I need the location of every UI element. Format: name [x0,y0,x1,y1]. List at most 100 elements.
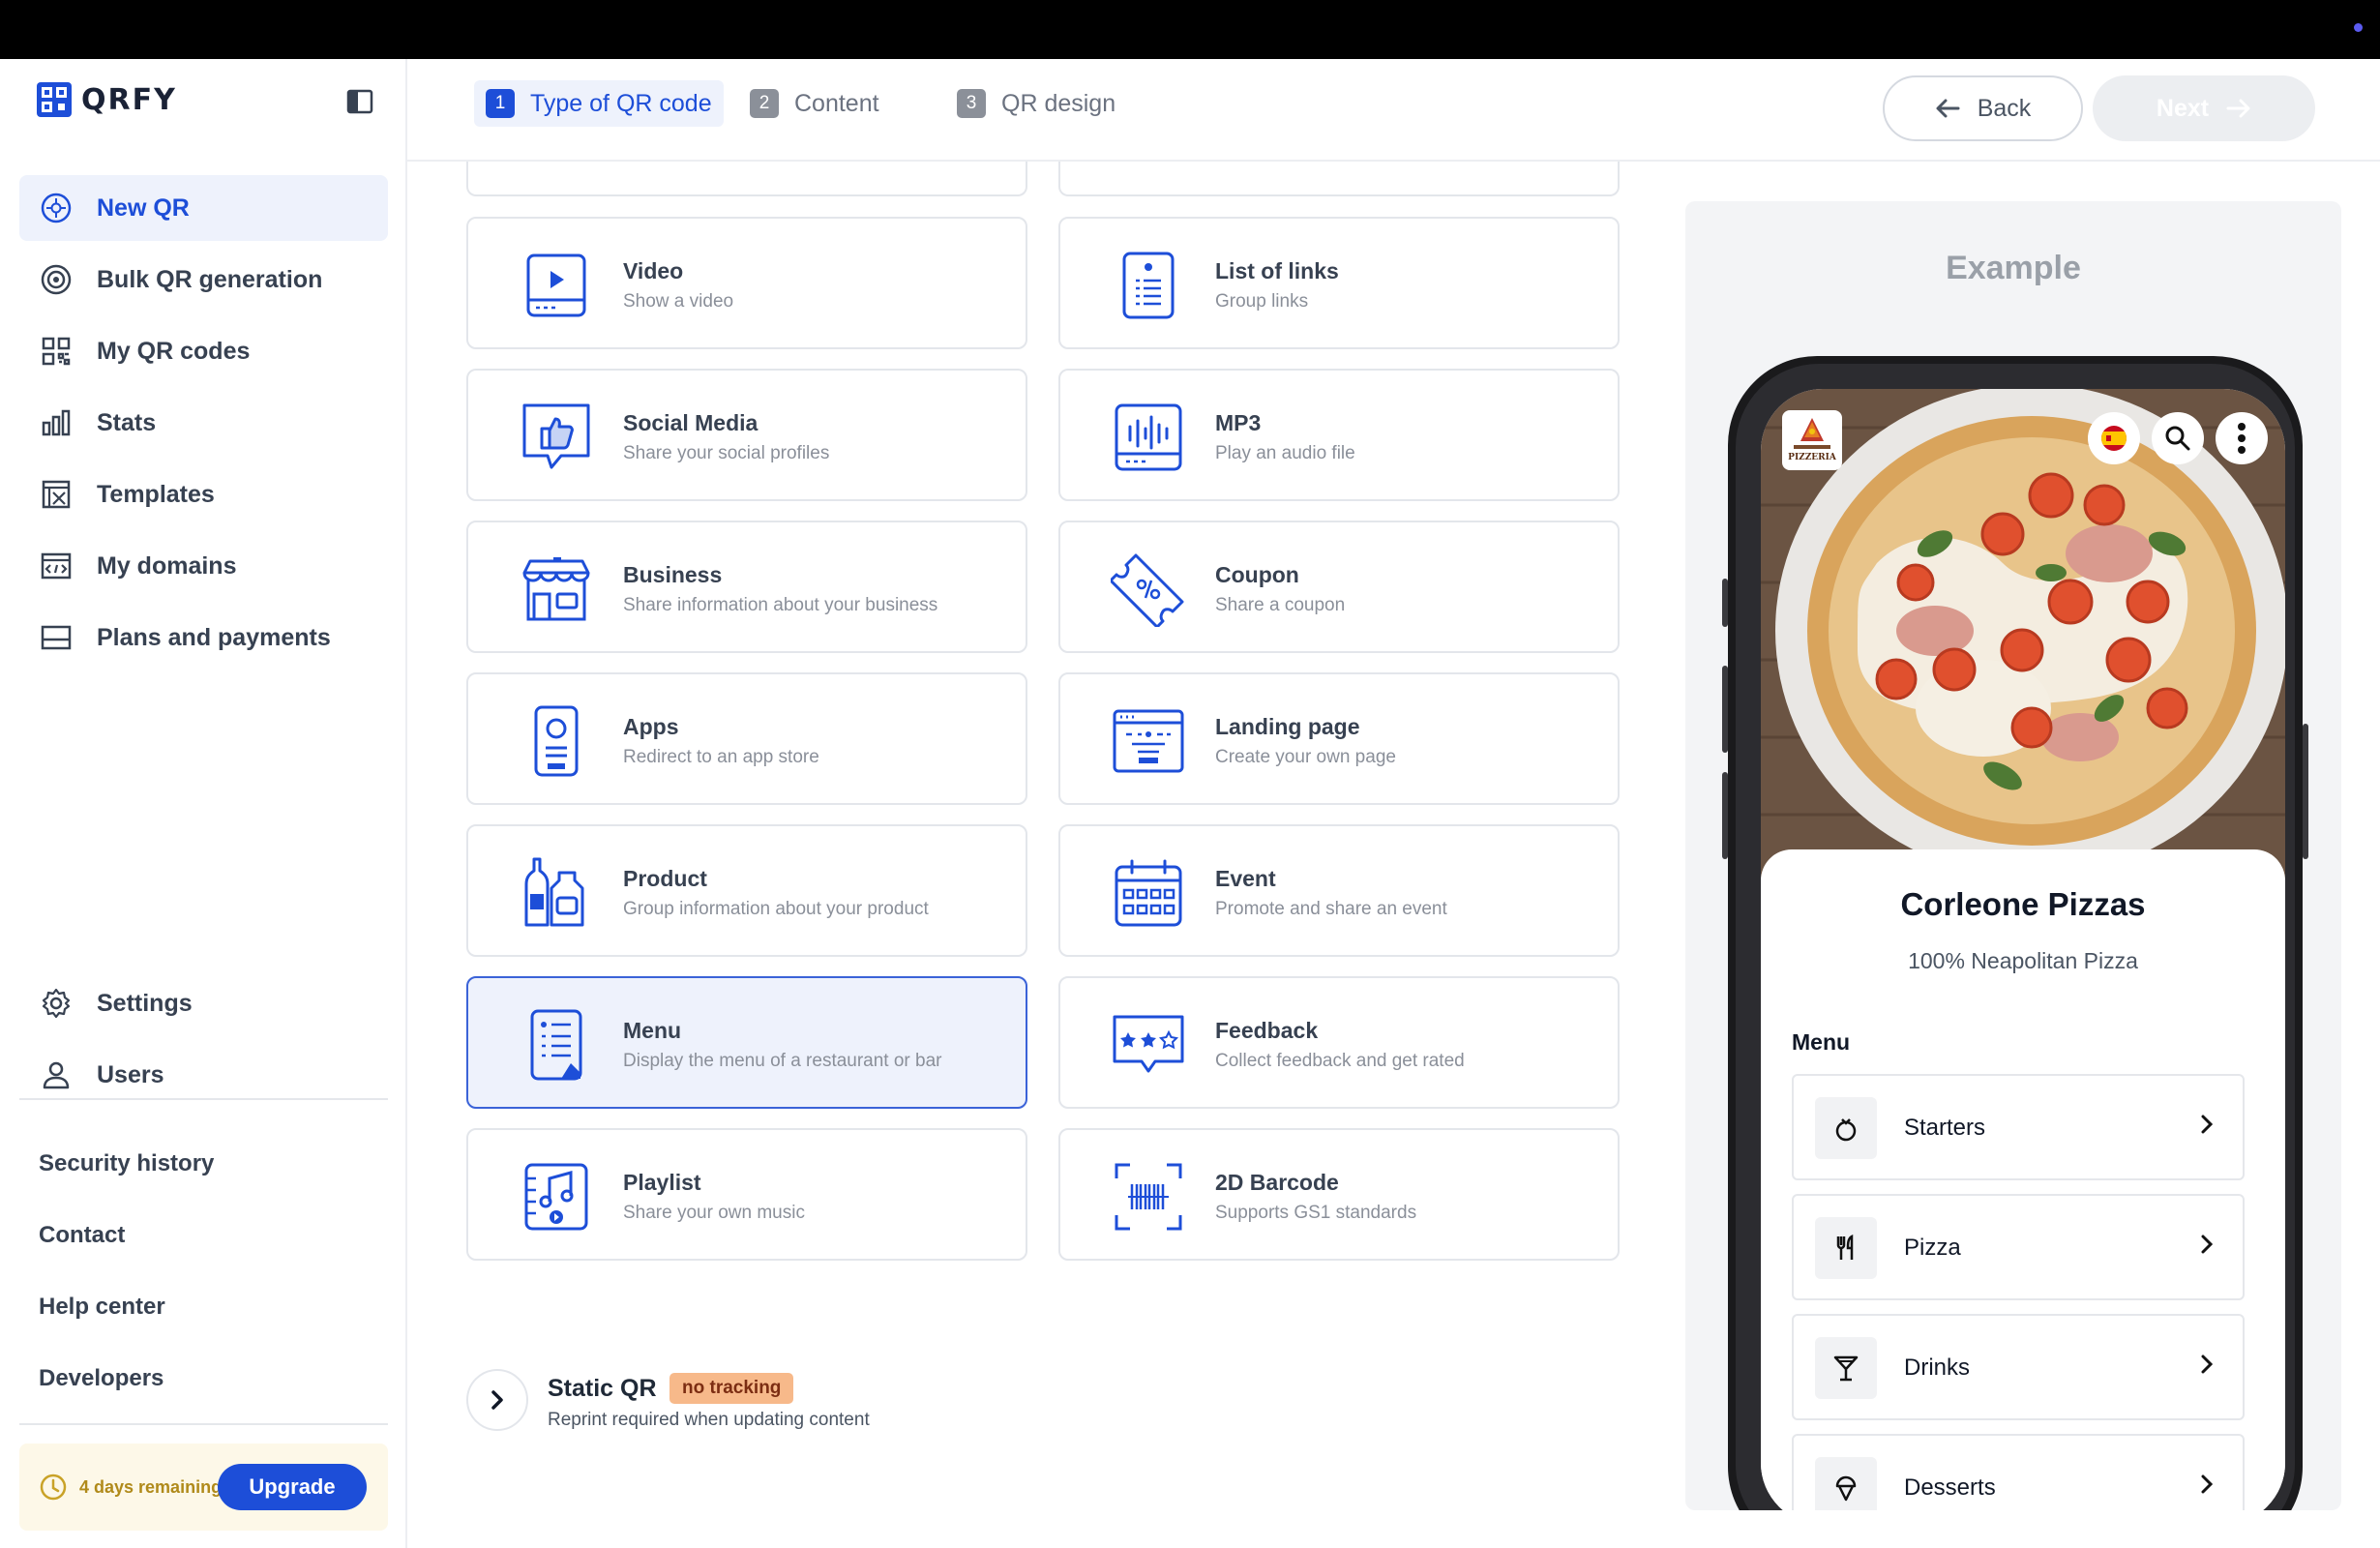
video-icon [526,253,586,317]
qr-type-card-2d-barcode[interactable]: 2D Barcode Supports GS1 standards [1058,1128,1620,1261]
step-content[interactable]: 2 Content [738,80,891,127]
cutlery-icon [1836,1234,1854,1260]
next-label: Next [2156,94,2210,122]
qr-type-card-partial[interactable] [1058,162,1620,196]
card-icon [41,625,72,650]
upgrade-button[interactable]: Upgrade [218,1464,367,1510]
step-qr-design[interactable]: 3 QR design [945,80,1127,127]
cocktail-icon [1833,1355,1859,1382]
menu-item-label: Drinks [1904,1354,1971,1381]
product-icon [524,857,584,927]
card-subtitle: Collect feedback and get rated [1215,1051,1465,1071]
qr-type-card-event[interactable]: Event Promote and share an event [1058,824,1620,957]
bar-chart-icon [42,409,71,436]
nav-item-bulk-qr[interactable]: Bulk QR generation [19,247,388,313]
step-type-of-qr[interactable]: 1 Type of QR code [474,80,724,127]
status-dot [2354,23,2363,32]
example-title: Example [1946,250,2081,286]
business-name: Corleone Pizzas [1900,886,2146,922]
qr-type-card-coupon[interactable]: Coupon Share a coupon [1058,521,1620,653]
user-icon [43,1061,70,1089]
app-name: QRFY [81,82,177,117]
wizard-header: 1 Type of QR code 2 Content 3 QR design … [407,59,2380,162]
menu-section-label: Menu [1792,1029,1851,1055]
qr-type-card-apps[interactable]: Apps Redirect to an app store [466,672,1027,805]
card-subtitle: Play an audio file [1215,443,1355,463]
qr-type-card-video[interactable]: Video Show a video [466,217,1027,349]
back-button[interactable]: Back [1883,75,2083,141]
menu-sheet: Corleone Pizzas 100% Neapolitan Pizza Me… [1761,849,2285,1510]
menu-item-starters[interactable]: Starters [1792,1074,2245,1180]
main-nav: New QR Bulk QR generation My QR codes St… [19,175,388,676]
card-title: Product [623,866,707,891]
no-tracking-badge: no tracking [669,1373,794,1404]
system-top-bar [0,0,2380,59]
static-qr-option[interactable]: Static QR no tracking Reprint required w… [466,1369,1047,1433]
phone-mockup: PIZZERIA Corleone Pizzas 100% Neapolitan… [1722,356,2308,1510]
nav-label: Templates [97,480,215,508]
step-number: 3 [957,89,986,118]
trial-remaining-text: 4 days remaining [79,1476,223,1497]
nav-item-new-qr[interactable]: New QR [19,175,388,241]
menu-item-label: Desserts [1904,1474,1996,1501]
qr-type-card-business[interactable]: Business Share information about your bu… [466,521,1027,653]
qr-type-card-list-of-links[interactable]: List of links Group links [1058,217,1620,349]
phone-bezel: PIZZERIA Corleone Pizzas 100% Neapolitan… [1736,364,2295,1510]
menu-item-drinks[interactable]: Drinks [1792,1314,2245,1420]
qr-type-card-landing-page[interactable]: Landing page Create your own page [1058,672,1620,805]
nav-item-plans-payments[interactable]: Plans and payments [19,605,388,670]
menu-item-desserts[interactable]: Desserts [1792,1434,2245,1510]
card-subtitle: Share your own music [623,1203,805,1223]
card-title: Business [623,562,723,587]
step-label: Type of QR code [530,89,712,117]
secondary-nav: Settings Users [19,970,388,1114]
card-subtitle: Share a coupon [1215,595,1346,615]
qr-type-card-feedback[interactable]: Feedback Collect feedback and get rated [1058,976,1620,1109]
starter-icon [1835,1118,1857,1142]
target-icon [41,264,72,295]
card-subtitle: Show a video [623,291,734,312]
phone-side-button [1722,579,1728,627]
link-help-center[interactable]: Help center [39,1271,214,1343]
phone-side-button [2303,724,2308,859]
card-subtitle: Share information about your business [623,595,938,615]
feedback-stars-icon [1113,1015,1184,1073]
step-label: Content [794,89,879,117]
app-logo[interactable]: QRFY [37,82,177,117]
phone-screen: PIZZERIA Corleone Pizzas 100% Neapolitan… [1761,389,2285,1510]
qr-type-card-product[interactable]: Product Group information about your pro… [466,824,1027,957]
chevron-right-icon [2201,1354,2214,1374]
card-title: Coupon [1215,562,1299,587]
arrow-right-icon [2226,99,2250,118]
nav-label: New QR [97,194,190,222]
nav-label: Stats [97,408,157,436]
static-qr-expand-button[interactable] [466,1369,528,1431]
search-button[interactable] [2152,412,2204,464]
link-contact[interactable]: Contact [39,1200,214,1271]
help-links: Security history Contact Help center Dev… [39,1128,214,1414]
qr-type-card-partial[interactable] [466,162,1027,196]
qr-type-card-menu[interactable]: Menu Display the menu of a restaurant or… [466,976,1027,1109]
nav-item-templates[interactable]: Templates [19,461,388,527]
menu-item-label: Pizza [1904,1235,1961,1261]
menu-item-pizza[interactable]: Pizza [1792,1194,2245,1300]
domain-icon [41,552,72,580]
qr-type-card-mp3[interactable]: MP3 Play an audio file [1058,369,1620,501]
sidebar-collapse-icon[interactable] [344,86,375,117]
nav-label: Bulk QR generation [97,265,323,293]
back-label: Back [1977,94,2032,122]
next-button[interactable]: Next [2093,75,2315,141]
qr-type-card-playlist[interactable]: Playlist Share your own music [466,1128,1027,1261]
nav-item-stats[interactable]: Stats [19,390,388,456]
more-options-button[interactable] [2216,412,2268,464]
nav-item-my-domains[interactable]: My domains [19,533,388,599]
qr-type-card-social-media[interactable]: Social Media Share your social profiles [466,369,1027,501]
link-security-history[interactable]: Security history [39,1128,214,1200]
nav-item-my-qr-codes[interactable]: My QR codes [19,318,388,384]
trial-banner: 4 days remaining Upgrade [19,1444,388,1531]
card-subtitle: Supports GS1 standards [1215,1203,1417,1223]
link-developers[interactable]: Developers [39,1343,214,1414]
language-button[interactable] [2088,412,2140,464]
nav-item-settings[interactable]: Settings [19,970,388,1036]
chevron-right-icon [2201,1474,2214,1494]
